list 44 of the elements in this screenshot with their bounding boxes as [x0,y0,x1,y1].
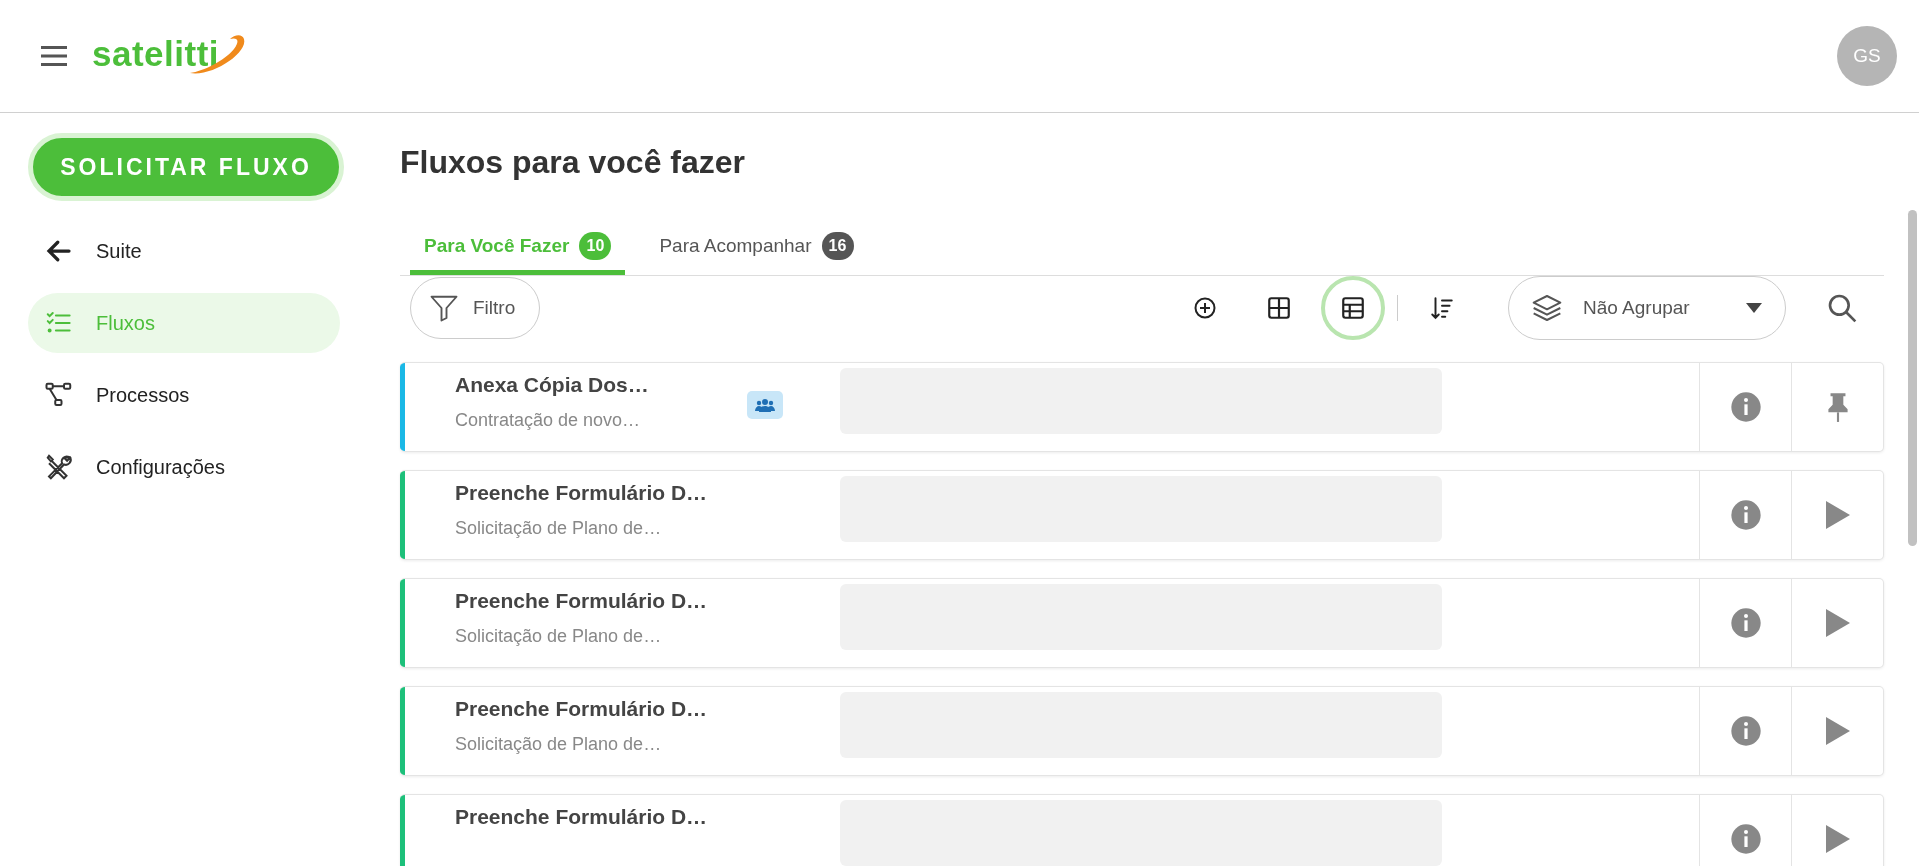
grid-icon [1266,295,1292,321]
tab[interactable]: Para Acompanhar 16 [645,224,868,275]
layers-icon [1531,292,1563,324]
play-icon [1823,499,1852,531]
flow-title: Preenche Formulário D… [455,805,709,829]
play-icon [1823,823,1852,855]
info-icon [1729,391,1762,423]
count-badge: 10 [579,232,612,260]
flow-subtitle: Contratação de novo… [455,410,642,431]
flow-card[interactable]: Preenche Formulário D… [400,794,1884,866]
count-badge: 16 [821,232,854,260]
nav-item[interactable]: Processos [28,365,340,425]
play-icon [1823,607,1852,639]
menu-icon [41,45,67,67]
search-icon [1826,292,1858,324]
nav-item[interactable]: Suite [28,221,340,281]
info-icon [1729,823,1762,855]
flow-subtitle: Solicitação de Plano de… [455,734,663,755]
add-icon [1193,296,1217,320]
info-icon [1729,607,1762,639]
table-icon [1340,295,1366,321]
play-icon [1823,715,1852,747]
flow-subtitle: Solicitação de Plano de… [455,626,663,647]
group-by-dropdown[interactable]: Não Agrupar [1508,276,1786,340]
flow-title: Preenche Formulário D… [455,481,709,505]
info-icon [1729,715,1762,747]
page-title: Fluxos para você fazer [400,144,747,181]
filter-icon [429,293,459,323]
caret-icon [1745,302,1763,314]
scrollbar[interactable] [1908,210,1917,546]
tools-icon [44,452,74,482]
flow-card[interactable]: Preenche Formulário D… Solicitação de Plano de… [400,578,1884,668]
flow-card[interactable]: Preenche Formulário D… Solicitação de Plano de… [400,686,1884,776]
flow-card[interactable]: Preenche Formulário D… Solicitação de Plano de… [400,470,1884,560]
filter-button[interactable]: Filtro [410,277,541,339]
flow-subtitle: Solicitação de Plano de… [455,518,663,539]
sort-icon [1429,295,1455,321]
nav-item[interactable]: Configurações [28,437,340,497]
flow-title: Anexa Cópia Dos… [455,373,650,397]
flow-title: Preenche Formulário D… [455,589,709,613]
logo: satelitti [92,27,258,85]
info-icon [1729,499,1762,531]
flow-title: Preenche Formulário D… [455,697,709,721]
flow-card[interactable]: Anexa Cópia Dos… Contratação de novo… [400,362,1884,452]
